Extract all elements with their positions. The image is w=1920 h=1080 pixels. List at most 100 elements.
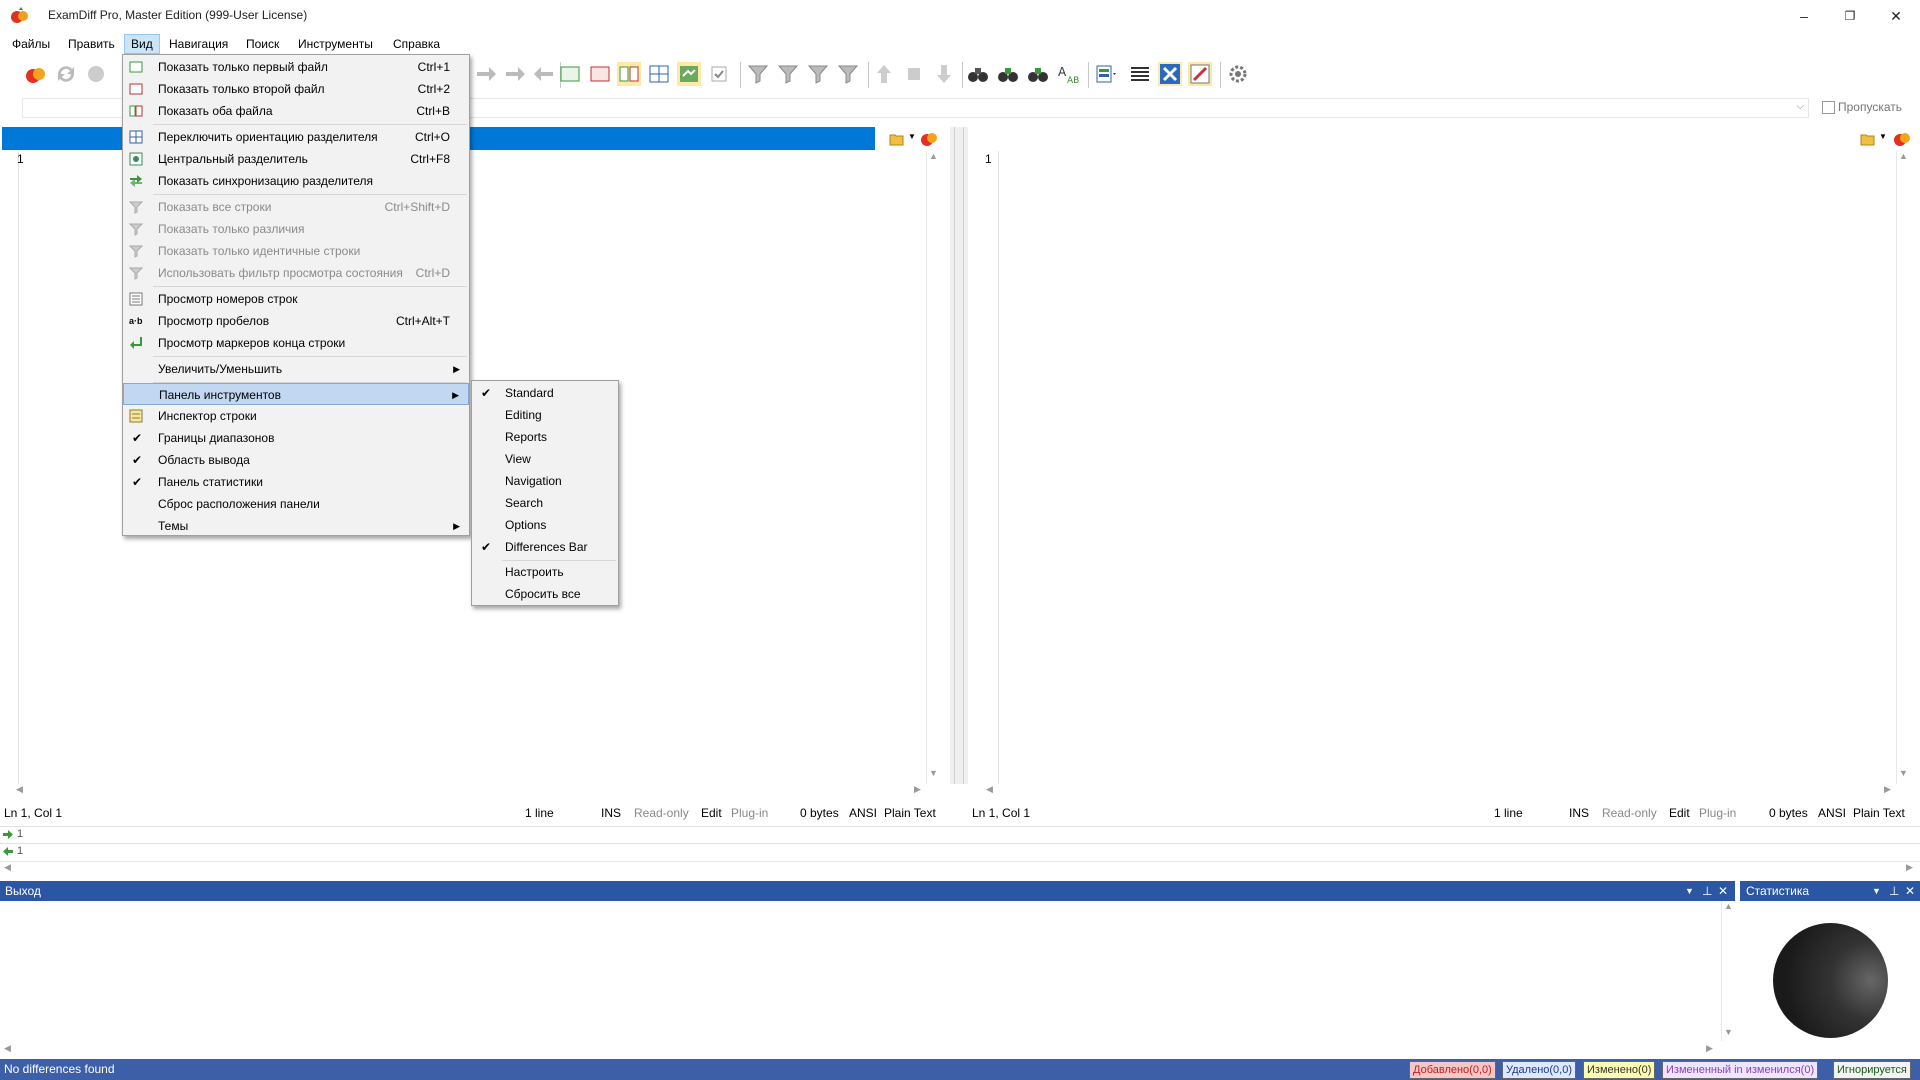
left-vertical-scrollbar[interactable]: ▲ ▼: [926, 151, 941, 784]
minimize-button[interactable]: –: [1781, 0, 1827, 32]
left-horizontal-scrollbar[interactable]: ◀ ▶: [14, 784, 924, 798]
menu-item-themes[interactable]: Темы ▶: [123, 515, 469, 537]
output-vertical-scrollbar[interactable]: ▲ ▼: [1721, 901, 1736, 1041]
diff-line-second[interactable]: 1: [0, 843, 1920, 860]
submenu-item-editing[interactable]: Editing: [472, 404, 618, 426]
menu-search[interactable]: Поиск: [240, 35, 285, 53]
menu-item-show-splitter-sync[interactable]: Показать синхронизацию разделителя: [123, 170, 469, 192]
right-pane-header[interactable]: ▼: [968, 127, 1918, 150]
dropdown-arrow-icon[interactable]: ▼: [908, 132, 916, 141]
close-button[interactable]: ✕: [1873, 0, 1919, 32]
both-files-view-icon[interactable]: [617, 62, 641, 86]
lines-icon[interactable]: [1128, 62, 1152, 86]
menu-item-show-both-files[interactable]: Показать оба файла Ctrl+B: [123, 100, 469, 122]
sync-view-icon[interactable]: [677, 62, 701, 86]
chevron-down-icon[interactable]: ▼: [1872, 881, 1881, 901]
filter-diff-icon: [129, 223, 143, 236]
menu-files[interactable]: Файлы: [6, 35, 56, 53]
menu-edit[interactable]: Править: [62, 35, 121, 53]
prev-arrow-icon[interactable]: [532, 62, 556, 86]
close-icon[interactable]: ✕: [1718, 881, 1728, 901]
menu-item-range-borders[interactable]: ✔ Границы диапазонов: [123, 427, 469, 449]
menu-item-show-only-diffs[interactable]: Показать только различия: [123, 218, 469, 240]
submenu-item-reports[interactable]: Reports: [472, 426, 618, 448]
right-vertical-scrollbar[interactable]: ▲ ▼: [1896, 151, 1911, 784]
compare-small-icon[interactable]: [920, 130, 938, 147]
filter-identical-tool-icon[interactable]: [806, 62, 830, 86]
pin-icon[interactable]: ⊥: [1889, 881, 1899, 901]
menu-item-toggle-split-orientation[interactable]: Переключить ориентацию разделителя Ctrl+O: [123, 126, 469, 148]
output-panel-body[interactable]: [0, 901, 1720, 1051]
menu-item-zoom[interactable]: Увеличить/Уменьшить ▶: [123, 358, 469, 380]
next-arrow-icon[interactable]: [503, 62, 527, 86]
chevron-down-icon[interactable]: ▼: [1685, 881, 1694, 901]
menu-item-toolbars[interactable]: Панель инструментов ▶: [123, 383, 469, 405]
checkbox-tool-icon[interactable]: [707, 62, 731, 86]
submenu-item-customize[interactable]: Настроить: [472, 561, 618, 583]
find-prev-icon[interactable]: [1026, 62, 1050, 86]
pin-icon[interactable]: ⊥: [1702, 881, 1712, 901]
submenu-item-standard[interactable]: ✔ Standard: [472, 382, 618, 404]
pane-splitter[interactable]: [950, 127, 968, 784]
folder-open-icon[interactable]: [889, 132, 905, 146]
submenu-item-navigation[interactable]: Navigation: [472, 470, 618, 492]
second-file-view-icon[interactable]: [588, 62, 612, 86]
toolbar-separator: [1220, 62, 1221, 88]
menu-item-stats-panel[interactable]: ✔ Панель статистики: [123, 471, 469, 493]
copy-right-icon[interactable]: [474, 62, 498, 86]
menu-item-use-state-filter[interactable]: Использовать фильтр просмотра состояния C…: [123, 262, 469, 284]
filter-all-icon[interactable]: [746, 62, 770, 86]
filter-state-tool-icon[interactable]: [836, 62, 860, 86]
close-icon[interactable]: ✕: [1905, 881, 1915, 901]
menu-item-show-only-identical[interactable]: Показать только идентичные строки: [123, 240, 469, 262]
right-horizontal-scrollbar[interactable]: ◀ ▶: [984, 784, 1894, 798]
submenu-item-view[interactable]: View: [472, 448, 618, 470]
submenu-item-options[interactable]: Options: [472, 514, 618, 536]
find-icon[interactable]: [966, 62, 990, 86]
menu-navigation[interactable]: Навигация: [163, 35, 234, 53]
down-arrow-icon[interactable]: [932, 62, 956, 86]
chevron-down-icon[interactable]: ⌵: [1796, 101, 1804, 112]
restore-button[interactable]: ❐: [1827, 0, 1873, 32]
menu-item-center-splitter[interactable]: Центральный разделитель Ctrl+F8: [123, 148, 469, 170]
compare-small-icon[interactable]: [1893, 130, 1911, 147]
menu-item-show-first-file[interactable]: Показать только первый файл Ctrl+1: [123, 56, 469, 78]
menu-help[interactable]: Справка: [387, 35, 446, 53]
menu-item-output-area[interactable]: ✔ Область вывода: [123, 449, 469, 471]
right-editor[interactable]: [1000, 151, 1895, 784]
menu-item-whitespace[interactable]: a·b Просмотр пробелов Ctrl+Alt+T: [123, 310, 469, 332]
menu-item-line-inspector[interactable]: Инспектор строки: [123, 405, 469, 427]
options-list-icon[interactable]: [1094, 62, 1118, 86]
menu-tools[interactable]: Инструменты: [292, 35, 379, 53]
skip-checkbox[interactable]: [1822, 101, 1835, 114]
submenu-item-differences-bar[interactable]: ✔ Differences Bar: [472, 536, 618, 558]
dropdown-arrow-icon[interactable]: ▼: [1879, 132, 1887, 141]
folder-open-icon[interactable]: [1860, 132, 1876, 146]
replace-icon[interactable]: AAB: [1056, 62, 1080, 86]
menu-item-line-numbers[interactable]: Просмотр номеров строк: [123, 288, 469, 310]
up-arrow-icon[interactable]: [872, 62, 896, 86]
find-next-icon[interactable]: [996, 62, 1020, 86]
edit-mode-icon[interactable]: [1188, 62, 1212, 86]
submenu-item-reset-all[interactable]: Сбросить все: [472, 583, 618, 605]
right-line-count: 1 line: [1494, 806, 1523, 820]
diff-horizontal-scrollbar[interactable]: ◀ ▶: [0, 861, 1920, 876]
bottom-status-bar: No differences found Добавлено(0,0) Удал…: [0, 1059, 1920, 1080]
tools-icon[interactable]: [1158, 62, 1182, 86]
compare-icon[interactable]: [24, 62, 48, 86]
menu-item-show-all-lines[interactable]: Показать все строки Ctrl+Shift+D: [123, 196, 469, 218]
swap-icon[interactable]: [84, 62, 108, 86]
first-file-view-icon[interactable]: [558, 62, 582, 86]
menu-item-show-second-file[interactable]: Показать только второй файл Ctrl+2: [123, 78, 469, 100]
filter-diff-tool-icon[interactable]: [776, 62, 800, 86]
output-horizontal-scrollbar[interactable]: ◀ ▶: [0, 1043, 1720, 1057]
menu-view[interactable]: Вид: [124, 34, 160, 54]
submenu-item-search[interactable]: Search: [472, 492, 618, 514]
menu-item-eol-markers[interactable]: Просмотр маркеров конца строки: [123, 332, 469, 354]
settings-gear-icon[interactable]: [1226, 62, 1250, 86]
split-orientation-tool-icon[interactable]: [647, 62, 671, 86]
recompare-icon[interactable]: [54, 62, 78, 86]
menu-item-reset-panel-layout[interactable]: Сброс расположения панели: [123, 493, 469, 515]
diff-line-first[interactable]: 1: [0, 826, 1920, 843]
stop-icon[interactable]: [902, 62, 926, 86]
